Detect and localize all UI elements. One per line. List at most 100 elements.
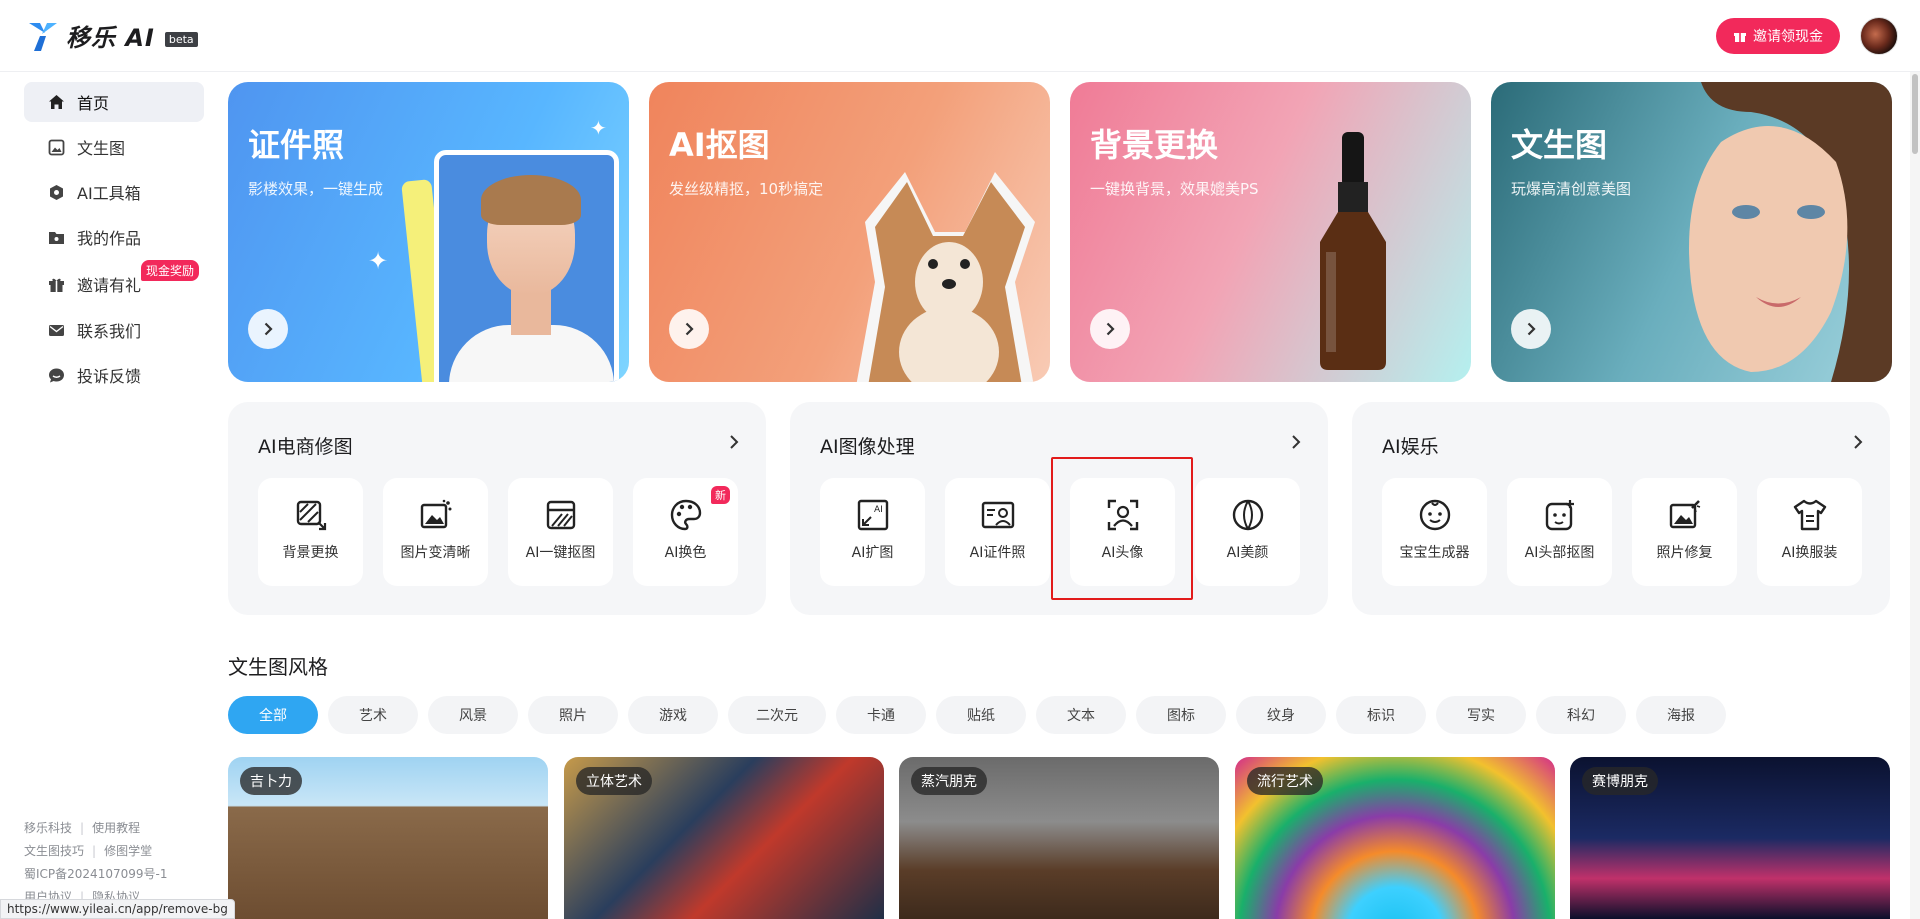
tool-head-cutout[interactable]: AI头部抠图 — [1507, 478, 1612, 586]
tool-background-replace[interactable]: 背景更换 — [258, 478, 363, 586]
sidebar-item-my-works[interactable]: 我的作品 — [24, 217, 204, 257]
logo[interactable]: 移乐 AI beta — [26, 18, 198, 53]
style-tag: 立体艺术 — [576, 767, 652, 795]
banner-id-photo[interactable]: ✦ ✦ 证件照 影楼效果，一键生成 — [228, 82, 629, 382]
style-tag: 蒸汽朋克 — [911, 767, 987, 795]
tool-label: 图片变清晰 — [400, 545, 471, 561]
banner-background-replace[interactable]: 背景更换 一键换背景，效果媲美PS — [1070, 82, 1471, 382]
chevron-right-icon[interactable] — [248, 309, 288, 349]
sidebar-item-label: 我的作品 — [77, 229, 142, 248]
banner-title: AI抠图 — [669, 126, 770, 164]
tool-ai-id-photo[interactable]: AI证件照 — [945, 478, 1050, 586]
sidebar-item-text-to-image[interactable]: 文生图 — [24, 127, 204, 167]
style-chip[interactable]: 标识 — [1336, 696, 1426, 734]
invite-cash-button[interactable]: 邀请领现金 — [1716, 18, 1840, 54]
tool-label: AI美颜 — [1226, 545, 1269, 561]
tool-ai-expand[interactable]: AI AI扩图 — [820, 478, 925, 586]
chevron-right-icon[interactable] — [1286, 432, 1306, 452]
banner-subtitle: 影楼效果，一键生成 — [248, 180, 384, 198]
tool-label: AI换服装 — [1781, 545, 1838, 561]
chevron-right-icon[interactable] — [1511, 309, 1551, 349]
link-preview-status: https://www.yileai.cn/app/remove-bg — [0, 899, 235, 919]
toolbox-icon — [50, 184, 63, 200]
logo-text: 移乐 AI — [66, 24, 155, 52]
banner-title: 文生图 — [1511, 126, 1608, 164]
footer-link-tips[interactable]: 文生图技巧 — [24, 844, 84, 858]
style-chip[interactable]: 艺术 — [328, 696, 418, 734]
category-title: AI电商修图 — [258, 436, 353, 458]
expand-icon: AI — [856, 498, 890, 532]
sidebar-item-label: 邀请有礼 — [77, 276, 142, 295]
style-tag: 流行艺术 — [1247, 767, 1323, 795]
banner-ai-cutout[interactable]: AI抠图 发丝级精抠，10秒搞定 — [649, 82, 1050, 382]
baby-face-icon — [1418, 498, 1452, 532]
tool-ai-recolor[interactable]: 新 AI换色 — [633, 478, 738, 586]
chevron-right-icon[interactable] — [1090, 309, 1130, 349]
styles-section-title: 文生图风格 — [228, 655, 328, 679]
style-chip[interactable]: 图标 — [1136, 696, 1226, 734]
chevron-right-icon[interactable] — [669, 309, 709, 349]
tool-label: AI头部抠图 — [1524, 545, 1595, 561]
sidebar-item-label: AI工具箱 — [77, 184, 141, 203]
head-cutout-icon — [1543, 498, 1577, 532]
sparkle-icon: ✦ — [590, 116, 607, 140]
sidebar-item-label: 首页 — [77, 94, 110, 113]
tool-label: AI换色 — [664, 545, 707, 561]
footer-link-school[interactable]: 修图学堂 — [104, 844, 152, 858]
style-thumbnail[interactable]: 蒸汽朋克 — [899, 757, 1219, 919]
palette-icon — [669, 498, 703, 532]
banner-subtitle: 一键换背景，效果媲美PS — [1090, 180, 1259, 198]
chevron-right-icon[interactable] — [1848, 432, 1868, 452]
scrollbar-track[interactable] — [1910, 72, 1920, 919]
style-thumbnail[interactable]: 吉卜力 — [228, 757, 548, 919]
style-thumbnail[interactable]: 流行艺术 — [1235, 757, 1555, 919]
style-chip[interactable]: 风景 — [428, 696, 518, 734]
category-title: AI图像处理 — [820, 436, 915, 458]
banner-title: 背景更换 — [1090, 126, 1219, 164]
sparkle-icon: ✦ — [368, 247, 389, 275]
style-thumbnail[interactable]: 赛博朋克 — [1570, 757, 1890, 919]
style-chip[interactable]: 游戏 — [628, 696, 718, 734]
style-chip[interactable]: 文本 — [1036, 696, 1126, 734]
sidebar-item-feedback[interactable]: 投诉反馈 — [24, 355, 204, 395]
style-chip[interactable]: 海报 — [1636, 696, 1726, 734]
shirt-icon — [1793, 498, 1827, 532]
scrollbar-thumb[interactable] — [1912, 74, 1918, 154]
style-chip[interactable]: 贴纸 — [936, 696, 1026, 734]
footer-icp[interactable]: 蜀ICP备2024107099号-1 — [24, 867, 167, 881]
style-chip[interactable]: 照片 — [528, 696, 618, 734]
mail-icon — [49, 324, 64, 336]
style-chip[interactable]: 科幻 — [1536, 696, 1626, 734]
banner-subtitle: 玩爆高清创意美图 — [1511, 180, 1632, 198]
style-chip[interactable]: 卡通 — [836, 696, 926, 734]
home-icon — [49, 94, 64, 109]
style-chip[interactable]: 纹身 — [1236, 696, 1326, 734]
sidebar-item-ai-toolbox[interactable]: AI工具箱 — [24, 172, 204, 212]
style-chip[interactable]: 全部 — [228, 696, 318, 734]
banner-text-to-image[interactable]: 文生图 玩爆高清创意美图 — [1491, 82, 1892, 382]
portrait-illustration — [1689, 82, 1892, 382]
style-thumbnail[interactable]: 立体艺术 — [564, 757, 884, 919]
tool-ai-outfit[interactable]: AI换服装 — [1757, 478, 1862, 586]
tool-ai-cutout[interactable]: AI一键抠图 — [508, 478, 613, 586]
chevron-right-icon[interactable] — [724, 432, 744, 452]
tool-image-enhance[interactable]: 图片变清晰 — [383, 478, 488, 586]
sidebar-item-label: 联系我们 — [77, 322, 142, 341]
style-chip[interactable]: 写实 — [1436, 696, 1526, 734]
tool-ai-beauty[interactable]: AI美颜 — [1195, 478, 1300, 586]
tool-ai-avatar[interactable]: AI头像 — [1070, 478, 1175, 586]
style-tag: 吉卜力 — [240, 767, 302, 795]
style-filter-chips: 全部 艺术 风景 照片 游戏 二次元 卡通 贴纸 文本 图标 纹身 标识 写实 科幻 海报 — [228, 696, 1726, 734]
tool-label: 宝宝生成器 — [1399, 545, 1470, 561]
user-avatar[interactable] — [1860, 17, 1898, 55]
footer-link-tutorial[interactable]: 使用教程 — [92, 821, 140, 835]
tool-baby-generator[interactable]: 宝宝生成器 — [1382, 478, 1487, 586]
footer-link-company[interactable]: 移乐科技 — [24, 821, 72, 835]
beta-badge: beta — [164, 32, 198, 47]
folder-icon — [49, 231, 64, 244]
photo-restore-icon — [1668, 498, 1702, 532]
tool-photo-restore[interactable]: 照片修复 — [1632, 478, 1737, 586]
sidebar-item-home[interactable]: 首页 — [24, 82, 204, 122]
sidebar-item-contact[interactable]: 联系我们 — [24, 310, 204, 350]
style-chip[interactable]: 二次元 — [728, 696, 826, 734]
